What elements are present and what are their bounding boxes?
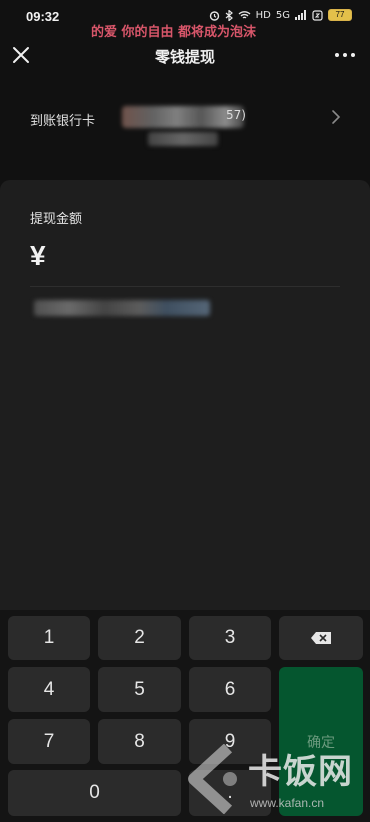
alarm-icon (209, 10, 219, 21)
key-decimal[interactable]: . (189, 770, 271, 816)
bank-card-label: 到账银行卡 (30, 114, 96, 129)
page-title: 零钱提现 (154, 48, 215, 66)
status-bar: 09:32 的爱 你的自由 都将成为泡沫 HD 5G 77 (0, 0, 370, 40)
amount-input[interactable] (64, 240, 334, 280)
key-9[interactable]: 9 (189, 719, 271, 764)
status-lyric: 的爱 你的自由 都将成为泡沫 (91, 25, 257, 40)
numeric-keypad: 1 2 3 4 5 6 7 8 9 确定 0 . (0, 610, 370, 822)
key-0[interactable]: 0 (8, 770, 181, 816)
bluetooth-icon (225, 9, 233, 21)
status-time: 09:32 (26, 9, 60, 24)
balance-info-redacted[interactable] (34, 300, 210, 316)
key-1[interactable]: 1 (8, 616, 90, 660)
key-4[interactable]: 4 (8, 667, 90, 712)
key-3[interactable]: 3 (189, 616, 271, 660)
arrival-time-redacted (148, 132, 218, 146)
battery-indicator: 77 (328, 9, 352, 21)
key-5[interactable]: 5 (98, 667, 181, 712)
title-bar: 零钱提现 (0, 40, 370, 72)
confirm-button[interactable]: 确定 (279, 667, 363, 816)
key-8[interactable]: 8 (98, 719, 181, 764)
key-7[interactable]: 7 (8, 719, 90, 764)
data-saver-icon (312, 9, 323, 21)
amount-divider (30, 286, 340, 287)
backspace-icon (311, 632, 331, 644)
more-icon[interactable] (334, 50, 356, 60)
key-6[interactable]: 6 (189, 667, 271, 712)
bank-card-tail: 57) (226, 108, 246, 122)
hd-label: HD (255, 9, 271, 21)
network-label: 5G (275, 9, 290, 21)
signal-icon (295, 10, 306, 20)
withdraw-amount-panel: 提现金额 ¥ (0, 180, 370, 610)
wifi-icon (238, 11, 251, 19)
amount-label: 提现金额 (30, 212, 83, 227)
key-2[interactable]: 2 (98, 616, 181, 660)
bank-card-selector[interactable]: 到账银行卡 57) (0, 96, 370, 152)
chevron-right-icon (332, 110, 341, 124)
status-icons: HD 5G 77 (209, 9, 352, 21)
currency-symbol: ¥ (30, 240, 46, 271)
backspace-key[interactable] (279, 616, 363, 660)
